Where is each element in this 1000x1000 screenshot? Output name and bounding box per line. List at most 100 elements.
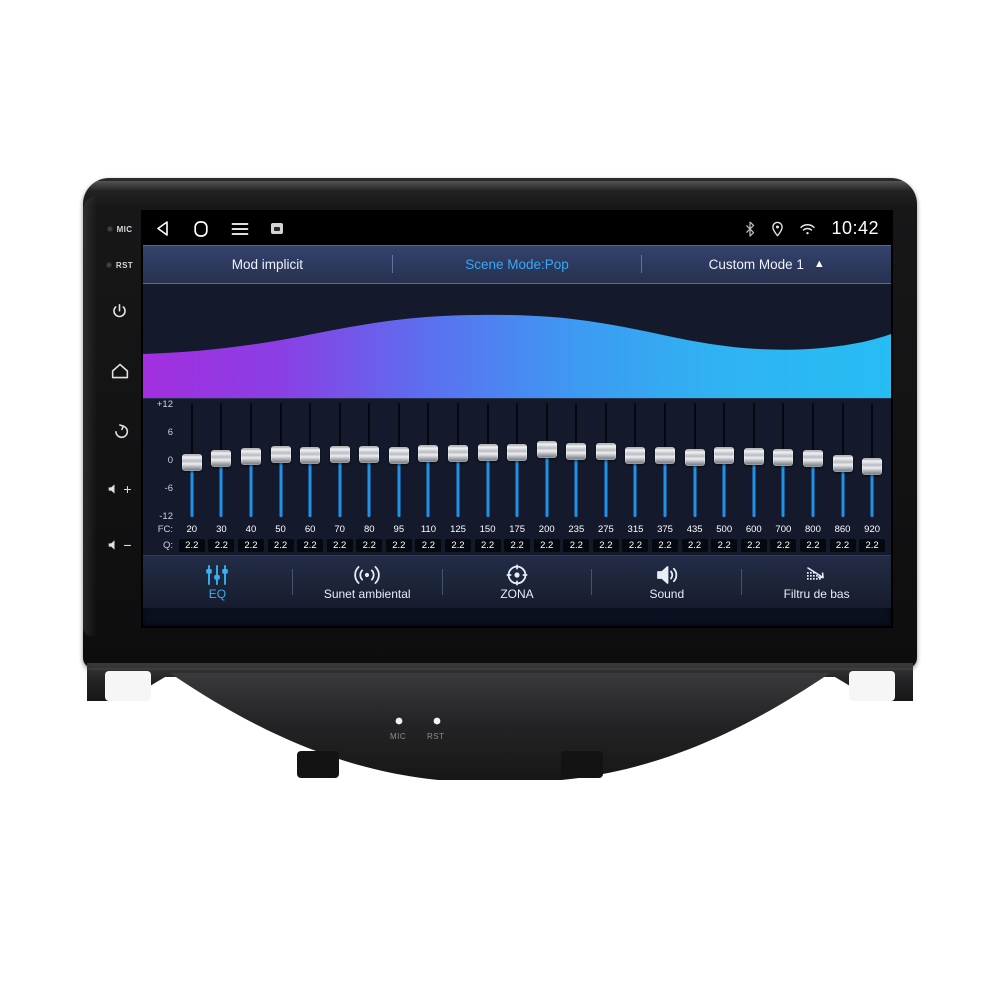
q-value[interactable]: 2.2 [563, 539, 590, 552]
q-value[interactable]: 2.2 [474, 539, 501, 552]
eq-band-knob[interactable] [655, 447, 676, 465]
touchscreen[interactable]: 10:42 Mod implicit Scene Mode:Pop Custom… [143, 212, 891, 626]
eq-band[interactable] [680, 399, 710, 521]
q-cell[interactable]: 2.2 [769, 539, 799, 552]
mode-scene-button[interactable]: Scene Mode:Pop [393, 257, 642, 272]
q-cell[interactable]: 2.2 [236, 539, 266, 552]
eq-band[interactable] [266, 399, 296, 521]
q-value[interactable]: 2.2 [681, 539, 708, 552]
q-value[interactable]: 2.2 [592, 539, 619, 552]
mode-default-button[interactable]: Mod implicit [143, 257, 392, 272]
q-cell[interactable]: 2.2 [709, 539, 739, 552]
q-value[interactable]: 2.2 [356, 539, 383, 552]
q-value[interactable]: 2.2 [622, 539, 649, 552]
q-cell[interactable]: 2.2 [354, 539, 384, 552]
q-value[interactable]: 2.2 [297, 539, 324, 552]
reset-hole-icon[interactable] [105, 262, 112, 268]
q-value[interactable]: 2.2 [533, 539, 560, 552]
q-cell[interactable]: 2.2 [295, 539, 325, 552]
hamburger-menu-icon[interactable] [231, 222, 249, 236]
mode-custom-button[interactable]: Custom Mode 1 ▲ [642, 257, 891, 272]
eq-band-knob[interactable] [418, 444, 439, 462]
eq-band[interactable] [384, 399, 414, 521]
q-cell[interactable]: 2.2 [680, 539, 710, 552]
q-cell[interactable]: 2.2 [473, 539, 503, 552]
eq-band[interactable] [473, 399, 503, 521]
q-value[interactable]: 2.2 [444, 539, 471, 552]
q-value[interactable]: 2.2 [770, 539, 797, 552]
eq-band[interactable] [828, 399, 858, 521]
eq-band-knob[interactable] [359, 445, 380, 463]
triangle-up-icon[interactable]: ▲ [814, 258, 825, 270]
q-value[interactable]: 2.2 [740, 539, 767, 552]
q-value[interactable]: 2.2 [267, 539, 294, 552]
eq-band[interactable] [236, 399, 266, 521]
eq-band-knob[interactable] [595, 443, 616, 461]
q-value[interactable]: 2.2 [326, 539, 353, 552]
home-square-icon[interactable] [193, 220, 209, 238]
eq-band-knob[interactable] [714, 446, 735, 464]
eq-band-knob[interactable] [181, 454, 202, 472]
eq-band[interactable] [798, 399, 828, 521]
eq-band-list[interactable] [177, 399, 887, 521]
bottom-nav-bar[interactable]: EQ Sunet ambiental ZONA Sound Filtru de bas [143, 555, 891, 608]
eq-band[interactable] [414, 399, 444, 521]
q-cell[interactable]: 2.2 [798, 539, 828, 552]
eq-band-knob[interactable] [773, 449, 794, 467]
q-value[interactable]: 2.2 [504, 539, 531, 552]
eq-band-knob[interactable] [625, 446, 646, 464]
eq-slider-panel[interactable]: +12 6 0 -6 -12 FC: 20 30 40 50 60 70 80 95 110 125 150… [143, 398, 891, 555]
eq-band[interactable] [621, 399, 651, 521]
q-cell[interactable]: 2.2 [621, 539, 651, 552]
eq-band-knob[interactable] [270, 445, 291, 463]
q-cell[interactable]: 2.2 [857, 539, 887, 552]
eq-band-knob[interactable] [536, 441, 557, 459]
eq-band[interactable] [325, 399, 355, 521]
q-value[interactable]: 2.2 [711, 539, 738, 552]
q-value[interactable]: 2.2 [208, 539, 235, 552]
eq-band-knob[interactable] [862, 458, 883, 476]
q-cell[interactable]: 2.2 [739, 539, 769, 552]
eq-band[interactable] [769, 399, 799, 521]
eq-band[interactable] [532, 399, 562, 521]
nav-item-sound[interactable]: Sound [592, 556, 741, 608]
eq-band-knob[interactable] [832, 455, 853, 473]
q-cell[interactable]: 2.2 [591, 539, 621, 552]
q-cell[interactable]: 2.2 [207, 539, 237, 552]
home-button[interactable] [105, 356, 135, 386]
nav-item-eq[interactable]: EQ [143, 556, 292, 608]
eq-band-knob[interactable] [447, 445, 468, 463]
eq-band[interactable] [354, 399, 384, 521]
q-cell[interactable]: 2.2 [177, 539, 207, 552]
q-cells[interactable]: 2.2 2.2 2.2 2.2 2.2 2.2 2.2 2.2 2.2 2.2 2.2 2.2 2.2 2… [177, 539, 887, 552]
eq-band-knob[interactable] [329, 446, 350, 464]
eq-band-knob[interactable] [507, 443, 528, 461]
q-cell[interactable]: 2.2 [266, 539, 296, 552]
eq-band-knob[interactable] [388, 446, 409, 464]
power-button[interactable] [105, 296, 135, 326]
eq-band[interactable] [709, 399, 739, 521]
eq-band[interactable] [739, 399, 769, 521]
eq-band[interactable] [207, 399, 237, 521]
q-cell[interactable]: 2.2 [414, 539, 444, 552]
q-value[interactable]: 2.2 [652, 539, 679, 552]
nav-item-filtru-de-bas[interactable]: Filtru de bas [742, 556, 891, 608]
eq-band[interactable] [857, 399, 887, 521]
eq-band-knob[interactable] [240, 447, 261, 465]
q-value[interactable]: 2.2 [385, 539, 412, 552]
back-button[interactable] [105, 416, 135, 446]
eq-band-knob[interactable] [743, 448, 764, 466]
eq-band-knob[interactable] [477, 444, 498, 462]
q-value[interactable]: 2.2 [829, 539, 856, 552]
q-cell[interactable]: 2.2 [828, 539, 858, 552]
q-cell[interactable]: 2.2 [384, 539, 414, 552]
eq-band-knob[interactable] [566, 442, 587, 460]
eq-band-knob[interactable] [300, 447, 321, 465]
q-cell[interactable]: 2.2 [325, 539, 355, 552]
back-triangle-icon[interactable] [155, 220, 171, 237]
reset-pinhole[interactable]: RST [105, 254, 133, 276]
volume-up-button[interactable]: + [105, 474, 135, 504]
nav-item-zona[interactable]: ZONA [443, 556, 592, 608]
eq-band-knob[interactable] [684, 448, 705, 466]
eq-band[interactable] [443, 399, 473, 521]
